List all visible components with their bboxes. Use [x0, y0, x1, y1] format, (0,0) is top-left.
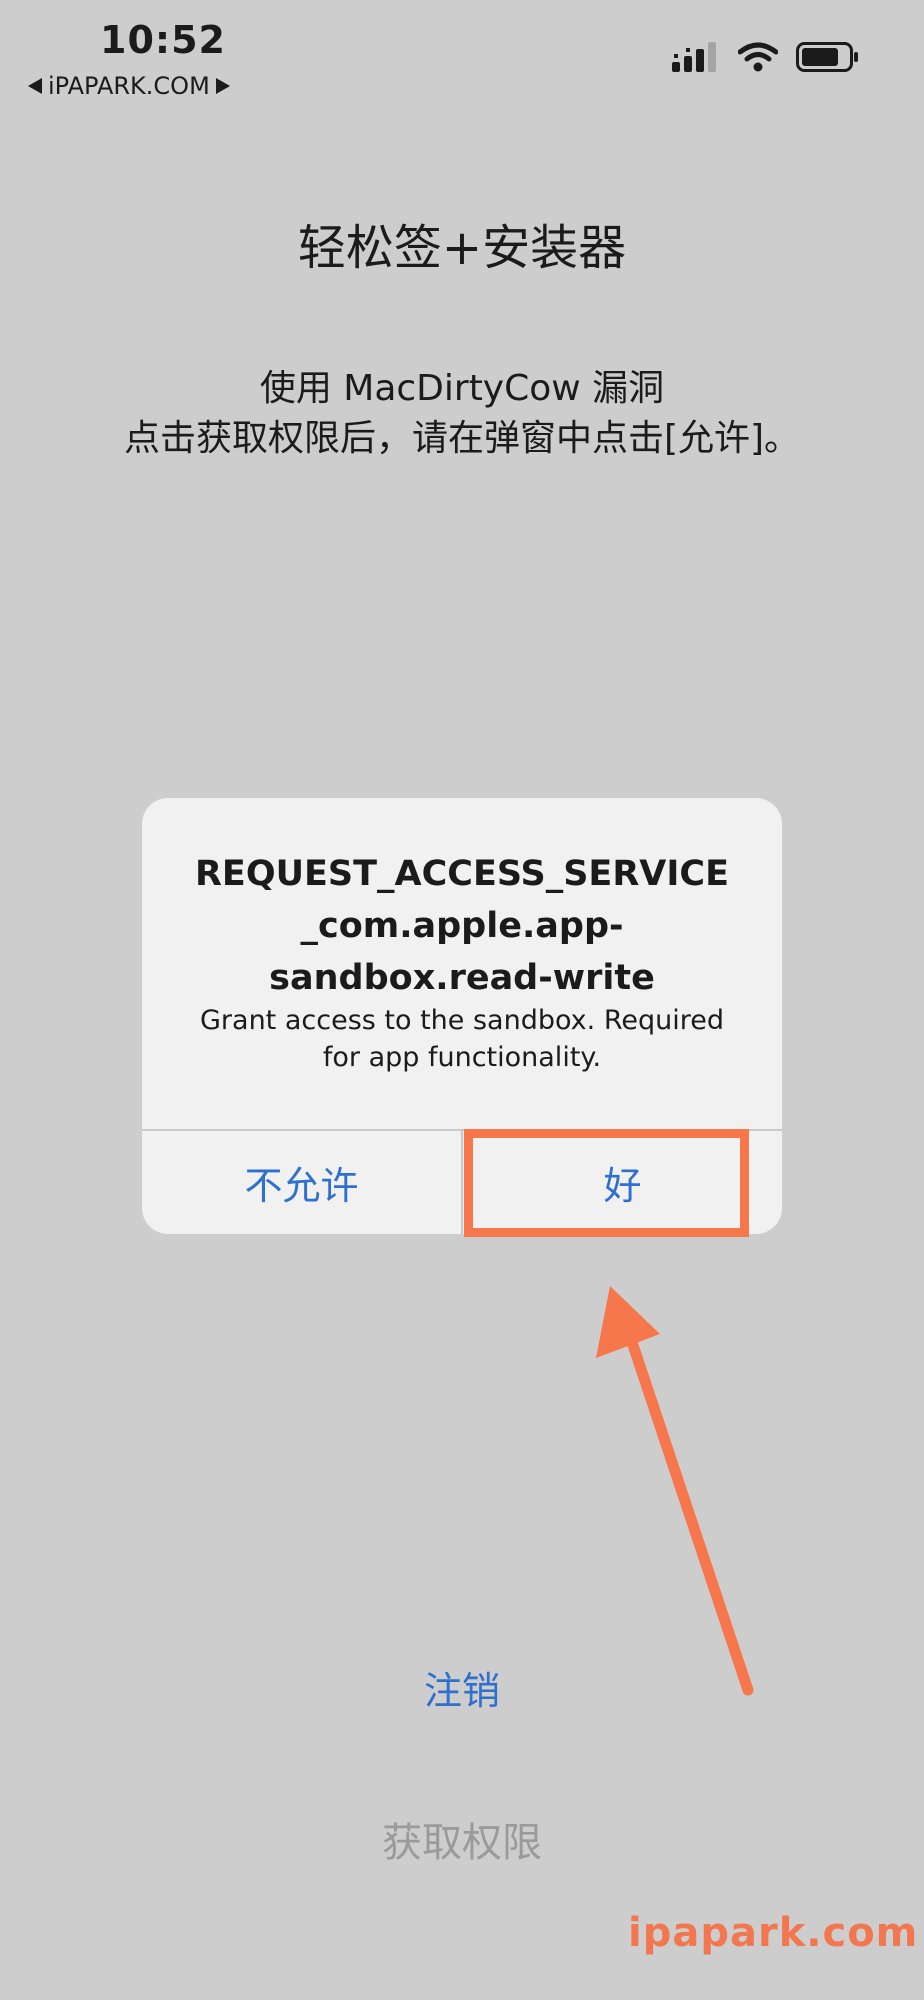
- logout-button[interactable]: 注销: [0, 1660, 924, 1715]
- obtain-permission-button[interactable]: 获取权限: [0, 1810, 924, 1868]
- watermark: ipapark.com: [628, 1910, 919, 1956]
